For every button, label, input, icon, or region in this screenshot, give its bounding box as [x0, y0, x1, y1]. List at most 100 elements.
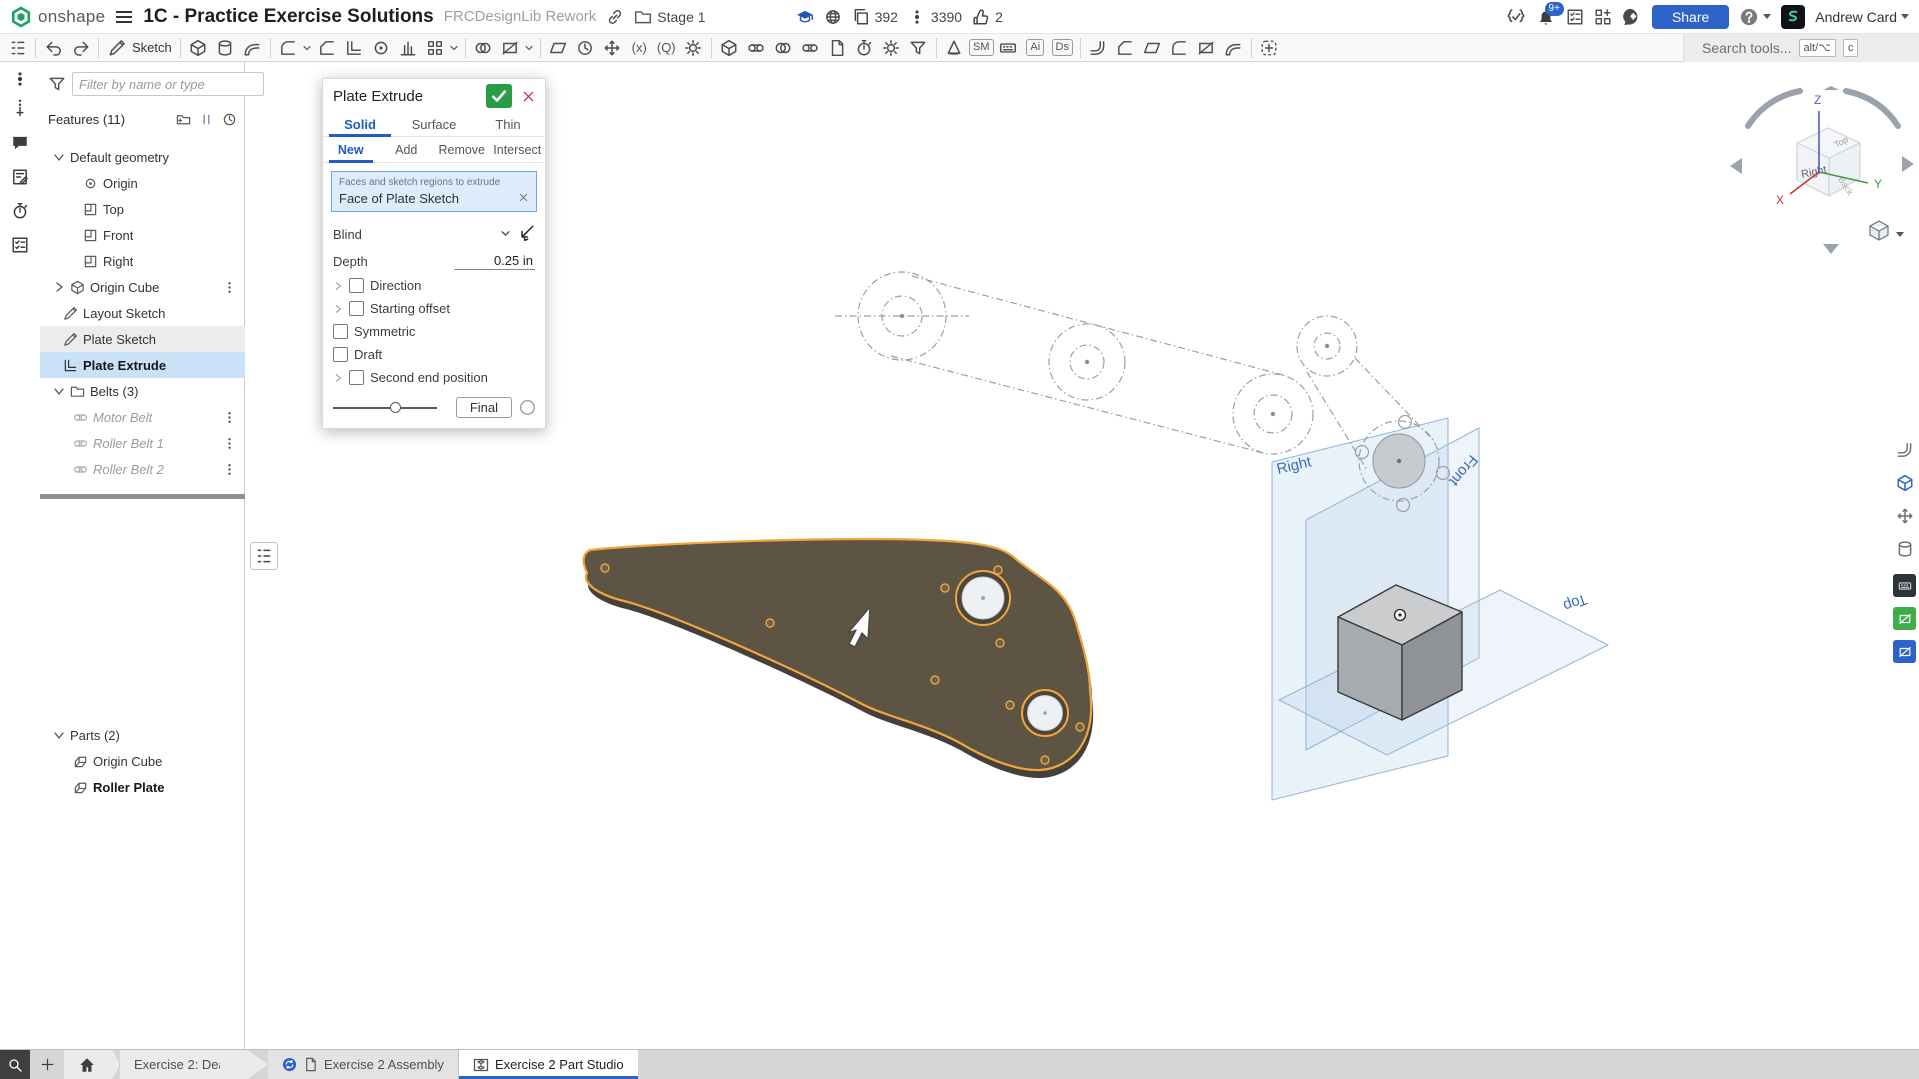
ai-badge[interactable]: Ai — [1022, 36, 1049, 60]
chevron-down-icon[interactable] — [53, 385, 65, 397]
feature-list-toggle[interactable] — [4, 36, 31, 60]
tab-exercise-2-drawing[interactable]: Exercise 2: Dea — [120, 1050, 268, 1079]
depth-input[interactable]: 0.25 in — [454, 253, 535, 270]
boolean-tool[interactable] — [470, 36, 497, 60]
views-count[interactable]: 3390 — [908, 8, 962, 26]
chevron-down-icon[interactable] — [53, 151, 65, 163]
suppress-pause-icon[interactable] — [199, 112, 214, 127]
rib-tool[interactable] — [395, 36, 422, 60]
corner-tool[interactable] — [1166, 36, 1193, 60]
education-icon[interactable] — [796, 8, 814, 26]
custom-feature-tool[interactable] — [1256, 36, 1283, 60]
part-item-roller-plate[interactable]: Roller Plate — [40, 774, 245, 800]
dialog-help-icon[interactable] — [520, 400, 535, 415]
flip-direction-button[interactable] — [517, 224, 535, 245]
learning-center-icon[interactable] — [1622, 7, 1642, 27]
view-cube[interactable]: Top Right Back Z Y X — [1728, 86, 1918, 256]
filter-input[interactable] — [72, 72, 264, 96]
help-menu[interactable] — [1739, 7, 1771, 27]
chamfer-tool[interactable] — [314, 36, 341, 60]
split-dropdown[interactable] — [524, 36, 536, 60]
pattern-tool[interactable] — [422, 36, 449, 60]
tab-add[interactable]: Add — [379, 137, 435, 162]
clear-selection-icon[interactable] — [518, 191, 529, 206]
variable-studio-tool[interactable]: (Q) — [653, 36, 680, 60]
sidebar-item-front-plane[interactable]: Front — [40, 222, 245, 248]
redo-button[interactable] — [67, 36, 94, 60]
notifications-bell[interactable]: 9+ — [1536, 7, 1556, 27]
tab-surface[interactable]: Surface — [397, 112, 471, 136]
new-tab-button[interactable] — [30, 1050, 64, 1079]
origin-marker[interactable] — [1395, 610, 1406, 621]
comments-icon[interactable] — [9, 132, 31, 154]
filter-tool[interactable] — [905, 36, 932, 60]
sidebar-item-plate-sketch[interactable]: Plate Sketch — [40, 326, 245, 352]
sprocket-tool[interactable] — [797, 36, 824, 60]
cone-tool[interactable] — [941, 36, 968, 60]
sidebar-item-belts-folder[interactable]: Belts (3) — [40, 378, 245, 404]
draft-checkbox[interactable] — [333, 347, 348, 362]
search-tabs-button[interactable] — [0, 1050, 30, 1079]
sidebar-item-right-plane[interactable]: Right — [40, 248, 245, 274]
tab-exercise-2-part-studio[interactable]: Exercise 2 Part Studio — [459, 1050, 638, 1079]
symmetric-checkbox[interactable] — [333, 324, 348, 339]
revolve-tool[interactable] — [212, 36, 239, 60]
expander-icon[interactable] — [333, 281, 343, 291]
rollback-bar[interactable] — [40, 494, 245, 499]
chevron-right-icon[interactable] — [53, 281, 65, 293]
sidebar-item-motor-belt[interactable]: Motor Belt — [40, 404, 245, 430]
tab-exercise-2-assembly[interactable]: Exercise 2 Assembly — [268, 1050, 459, 1079]
spreadsheet-panel-icon[interactable] — [1893, 607, 1916, 630]
tab-tool[interactable] — [1139, 36, 1166, 60]
history-timer-icon[interactable] — [9, 200, 31, 222]
share-button[interactable]: Share — [1652, 5, 1729, 29]
pattern-dropdown[interactable] — [449, 36, 461, 60]
variable-tool[interactable]: (x) — [626, 36, 653, 60]
keyboard-tool[interactable] — [995, 36, 1022, 60]
home-tab[interactable] — [64, 1050, 120, 1079]
new-folder-icon[interactable] — [176, 112, 191, 127]
tasks-icon[interactable] — [1566, 8, 1584, 26]
onshape-logo[interactable]: onshape — [10, 6, 105, 28]
split-tool[interactable] — [497, 36, 524, 60]
end-condition-select[interactable]: Blind — [333, 227, 511, 242]
primitive-cube-tool[interactable] — [716, 36, 743, 60]
docs-panel-icon[interactable] — [1893, 640, 1916, 663]
sidebar-item-layout-sketch[interactable]: Layout Sketch — [40, 300, 245, 326]
notes-icon[interactable] — [9, 166, 31, 188]
fillet-dropdown[interactable] — [302, 36, 314, 60]
copies-count[interactable]: 392 — [852, 8, 898, 26]
direction-checkbox[interactable] — [349, 278, 364, 293]
tab-intersect[interactable]: Intersect — [490, 137, 546, 162]
view-options-button[interactable] — [1870, 221, 1904, 240]
plane-tool[interactable] — [545, 36, 572, 60]
bend-tool[interactable] — [1112, 36, 1139, 60]
tab-remove[interactable]: Remove — [434, 137, 490, 162]
sidebar-item-top-plane[interactable]: Top — [40, 196, 245, 222]
sidebar-item-plate-extrude[interactable]: Plate Extrude — [40, 352, 245, 378]
rollback-slider[interactable] — [333, 401, 437, 415]
gear-tool[interactable] — [878, 36, 905, 60]
chevron-down-icon[interactable] — [53, 729, 65, 741]
animation-panel-icon[interactable] — [1893, 537, 1916, 560]
flange-tool[interactable] — [1085, 36, 1112, 60]
breadcrumb-folder[interactable]: Stage 1 — [634, 8, 705, 26]
undo-button[interactable] — [40, 36, 67, 60]
transform-tool[interactable] — [599, 36, 626, 60]
expander-icon[interactable] — [333, 304, 343, 314]
shell-tool[interactable] — [341, 36, 368, 60]
hamburger-menu[interactable] — [115, 10, 133, 24]
user-menu[interactable]: Andrew Card — [1815, 9, 1909, 25]
appearance-panel-icon[interactable] — [1893, 438, 1916, 461]
part-item-origin-cube[interactable]: Origin Cube — [40, 748, 245, 774]
doc-tool[interactable] — [824, 36, 851, 60]
app-store-icon[interactable] — [1594, 8, 1612, 26]
sheet-metal-badge[interactable]: SM — [968, 36, 995, 60]
explode-tool[interactable] — [680, 36, 707, 60]
tab-new[interactable]: New — [323, 137, 379, 162]
item-menu-dots[interactable] — [222, 280, 237, 295]
ds-badge[interactable]: Ds — [1049, 36, 1076, 60]
sidebar-item-origin-cube[interactable]: Origin Cube — [40, 274, 245, 300]
rollback-clock-icon[interactable] — [222, 112, 237, 127]
convert-tool[interactable] — [1193, 36, 1220, 60]
